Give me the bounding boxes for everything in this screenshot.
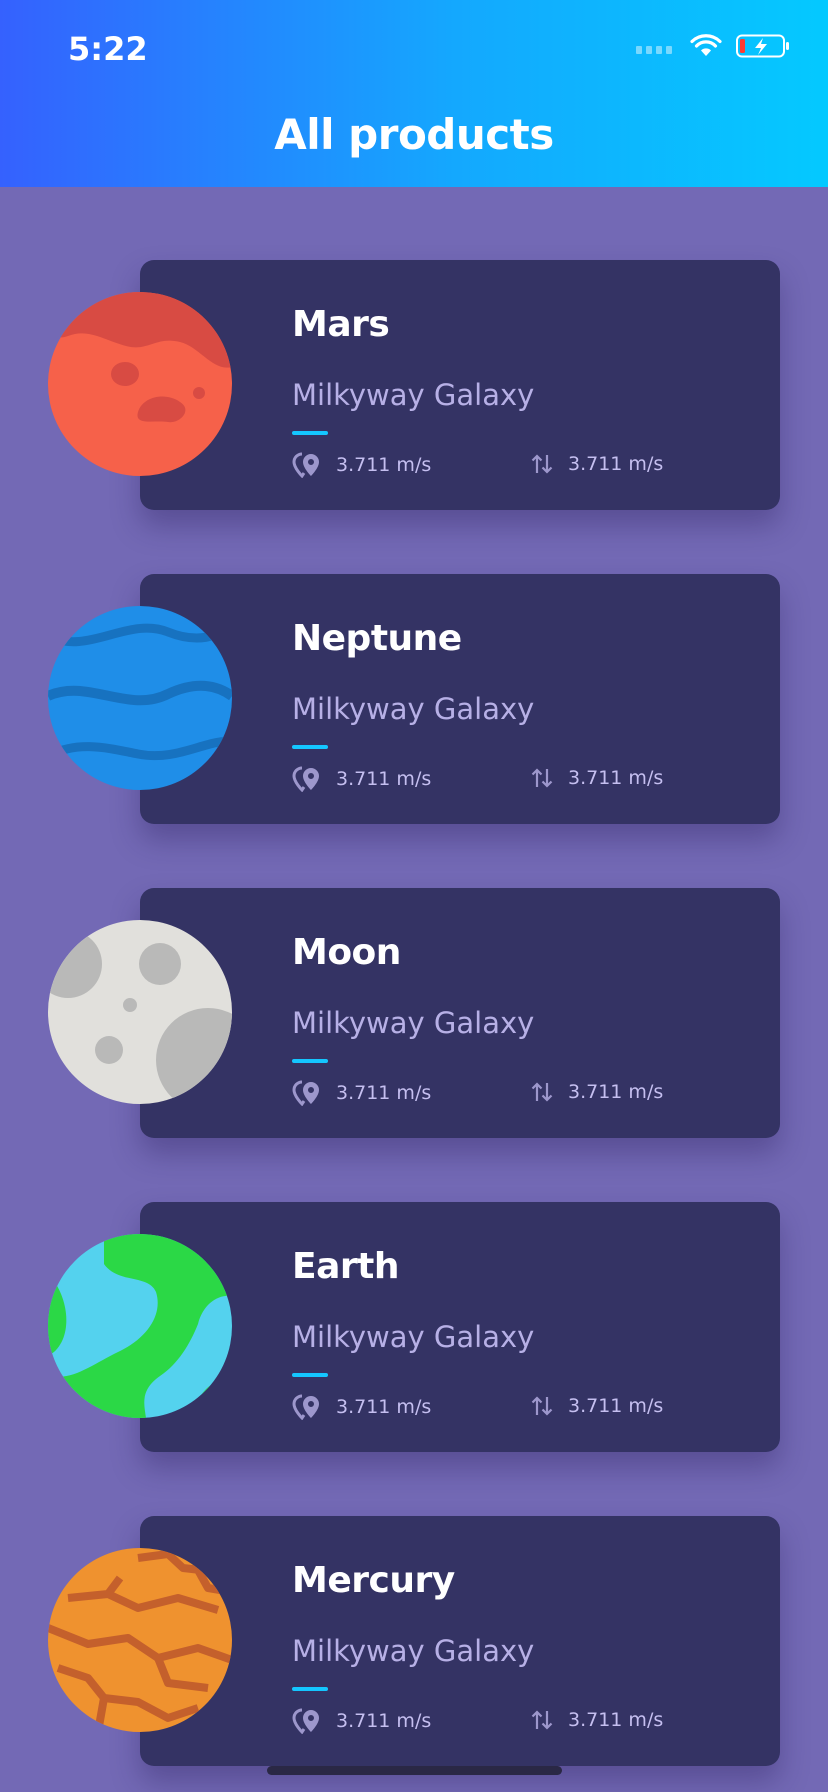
product-card-mercury[interactable]: Mercury Milkyway Galaxy 3.711 m/s 3.711 … [140, 1516, 780, 1766]
location-pin-icon [292, 1708, 319, 1734]
neptune-planet-image [48, 606, 232, 790]
page-title: All products [274, 110, 554, 159]
product-card-mars[interactable]: Mars Milkyway Galaxy 3.711 m/s 3.711 m/s [140, 260, 780, 510]
accent-bar [292, 1687, 328, 1691]
stat-value: 3.711 m/s [568, 1709, 664, 1731]
arrows-up-down-icon [531, 454, 553, 474]
product-galaxy: Milkyway Galaxy [292, 1006, 535, 1040]
stat-gravity: 3.711 m/s [292, 452, 431, 478]
accent-bar [292, 745, 328, 749]
stat-gravity: 3.711 m/s [292, 1394, 431, 1420]
moon-planet-image [48, 920, 232, 1104]
stat-speed: 3.711 m/s [530, 1708, 663, 1732]
home-indicator[interactable] [267, 1766, 562, 1775]
product-name: Mars [292, 304, 390, 345]
location-pin-icon [292, 1394, 319, 1420]
product-galaxy: Milkyway Galaxy [292, 692, 535, 726]
location-pin-icon [292, 766, 319, 792]
product-galaxy: Milkyway Galaxy [292, 1320, 535, 1354]
stat-speed: 3.711 m/s [530, 452, 663, 476]
stat-value: 3.711 m/s [568, 1395, 664, 1417]
battery-charging-icon [736, 34, 789, 58]
product-galaxy: Milkyway Galaxy [292, 1634, 535, 1668]
stat-value: 3.711 m/s [336, 1396, 432, 1418]
stat-value: 3.711 m/s [336, 1082, 432, 1104]
product-card-moon[interactable]: Moon Milkyway Galaxy 3.711 m/s 3.711 m/s [140, 888, 780, 1138]
product-name: Earth [292, 1246, 399, 1287]
arrows-up-down-icon [531, 768, 553, 788]
accent-bar [292, 431, 328, 435]
arrows-up-down-icon [531, 1396, 553, 1416]
mercury-planet-image [48, 1548, 232, 1732]
location-pin-icon [292, 452, 319, 478]
stat-speed: 3.711 m/s [530, 766, 663, 790]
stat-value: 3.711 m/s [336, 454, 432, 476]
product-card-earth[interactable]: Earth Milkyway Galaxy 3.711 m/s 3.711 m/… [140, 1202, 780, 1452]
header: 5:22 All products [0, 0, 828, 187]
location-pin-icon [292, 1080, 319, 1106]
mars-planet-image [48, 292, 232, 476]
product-name: Neptune [292, 618, 462, 659]
wifi-icon [690, 34, 722, 56]
stat-gravity: 3.711 m/s [292, 766, 431, 792]
stat-speed: 3.711 m/s [530, 1080, 663, 1104]
stat-value: 3.711 m/s [568, 453, 664, 475]
arrows-up-down-icon [531, 1710, 553, 1730]
arrows-up-down-icon [531, 1082, 553, 1102]
stat-value: 3.711 m/s [568, 767, 664, 789]
accent-bar [292, 1373, 328, 1377]
product-galaxy: Milkyway Galaxy [292, 378, 535, 412]
earth-planet-image [48, 1234, 232, 1418]
stat-speed: 3.711 m/s [530, 1394, 663, 1418]
signal-icon [636, 46, 672, 54]
stat-gravity: 3.711 m/s [292, 1708, 431, 1734]
accent-bar [292, 1059, 328, 1063]
stat-value: 3.711 m/s [336, 1710, 432, 1732]
status-icons [636, 34, 790, 58]
product-name: Mercury [292, 1560, 455, 1601]
product-name: Moon [292, 932, 401, 973]
stat-value: 3.711 m/s [568, 1081, 664, 1103]
stat-gravity: 3.711 m/s [292, 1080, 431, 1106]
stat-value: 3.711 m/s [336, 768, 432, 790]
product-card-neptune[interactable]: Neptune Milkyway Galaxy 3.711 m/s 3.711 … [140, 574, 780, 824]
status-time: 5:22 [68, 30, 148, 68]
